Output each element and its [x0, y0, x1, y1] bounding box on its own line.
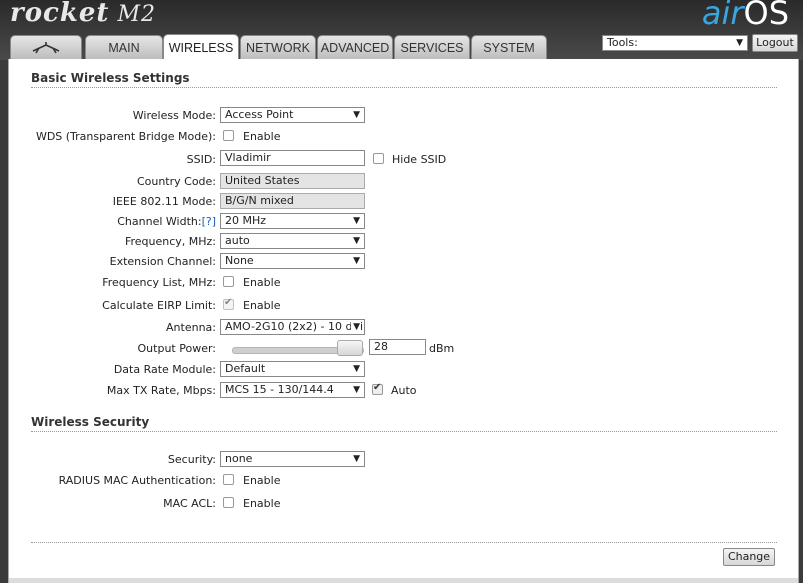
max-tx-rate-label: Max TX Rate, Mbps: — [106, 384, 216, 397]
security-select[interactable]: none ▼ — [220, 451, 365, 467]
country-code-button[interactable]: United States — [220, 173, 365, 189]
eirp-limit-enable-label: Enable — [243, 299, 281, 312]
tools-dropdown[interactable]: Tools: ▼ — [602, 35, 748, 51]
wireless-settings-panel: Basic Wireless Settings Wireless Mode: A… — [8, 59, 799, 583]
chevron-down-icon: ▼ — [353, 110, 360, 120]
airos-logo-air: air — [701, 0, 744, 32]
section-divider — [31, 431, 777, 432]
tab-wireless[interactable]: WIRELESS — [163, 34, 239, 60]
tab-ubiquiti-logo[interactable] — [10, 35, 82, 59]
tab-advanced[interactable]: ADVANCED — [317, 35, 393, 59]
chevron-down-icon: ▼ — [736, 38, 743, 48]
mac-acl-enable-label: Enable — [243, 497, 281, 510]
antenna-select[interactable]: AMO-2G10 (2x2) - 10 dBi ▼ — [220, 319, 365, 335]
extension-channel-select[interactable]: None ▼ — [220, 253, 365, 269]
chevron-down-icon: ▼ — [353, 256, 360, 266]
output-power-slider-handle[interactable] — [337, 340, 364, 356]
tools-dropdown-value: Tools: — [607, 36, 638, 49]
tab-system[interactable]: SYSTEM — [471, 35, 547, 59]
extension-channel-label: Extension Channel: — [109, 255, 216, 268]
data-rate-module-value: Default — [225, 362, 266, 375]
max-tx-rate-select[interactable]: MCS 15 - 130/144.4 ▼ — [220, 382, 365, 398]
wds-label: WDS (Transparent Bridge Mode): — [35, 130, 216, 143]
wireless-mode-value: Access Point — [225, 108, 294, 121]
tab-network[interactable]: NETWORK — [240, 35, 316, 59]
radius-mac-label: RADIUS MAC Authentication: — [58, 474, 216, 487]
chevron-down-icon: ▼ — [351, 320, 360, 334]
ssid-input[interactable]: Vladimir — [220, 150, 365, 166]
max-tx-rate-value: MCS 15 - 130/144.4 — [225, 383, 334, 396]
max-tx-auto-label: Auto — [391, 384, 417, 397]
wds-enable-label: Enable — [243, 130, 281, 143]
frequency-select[interactable]: auto ▼ — [220, 233, 365, 249]
brand-model: M2 — [117, 2, 156, 27]
security-value: none — [225, 452, 253, 465]
chevron-down-icon: ▼ — [353, 364, 360, 374]
ssid-value: Vladimir — [225, 151, 271, 164]
antenna-value: AMO-2G10 (2x2) - 10 dBi — [225, 320, 364, 333]
chevron-down-icon: ▼ — [353, 385, 360, 395]
eirp-limit-checkbox[interactable] — [223, 297, 234, 310]
wireless-security-title: Wireless Security — [31, 415, 150, 429]
channel-width-value: 20 MHz — [225, 214, 267, 227]
brand-name: rocket — [10, 0, 110, 28]
max-tx-auto-checkbox[interactable] — [372, 382, 383, 395]
extension-channel-value: None — [225, 254, 254, 267]
ieee-mode-value: B/G/N mixed — [225, 194, 294, 207]
section-divider — [31, 87, 777, 88]
data-rate-module-select[interactable]: Default ▼ — [220, 361, 365, 377]
chevron-down-icon: ▼ — [353, 216, 360, 226]
hide-ssid-label: Hide SSID — [392, 153, 447, 166]
tab-services[interactable]: SERVICES — [394, 35, 470, 59]
airos-logo-os: OS — [743, 0, 790, 32]
tab-main[interactable]: MAIN — [85, 35, 163, 59]
header-bar: rocket M2 airOS MAIN WIRELESS NETWORK ADV… — [0, 0, 803, 60]
ssid-label: SSID: — [186, 153, 216, 166]
hide-ssid-checkbox[interactable] — [373, 153, 384, 164]
country-code-label: Country Code: — [136, 175, 216, 188]
basic-wireless-settings-title: Basic Wireless Settings — [31, 71, 190, 85]
chevron-down-icon: ▼ — [353, 236, 360, 246]
wireless-mode-label: Wireless Mode: — [132, 109, 216, 122]
airos-logo: airOS — [702, 0, 789, 32]
ieee-mode-field: B/G/N mixed — [220, 193, 365, 209]
eirp-limit-label: Calculate EIRP Limit: — [102, 299, 216, 312]
ubiquiti-logo-icon — [32, 41, 60, 53]
channel-width-label-text: Channel Width: — [117, 215, 202, 228]
data-rate-module-label: Data Rate Module: — [113, 363, 216, 376]
frequency-value: auto — [225, 234, 250, 247]
channel-width-select[interactable]: 20 MHz ▼ — [220, 213, 365, 229]
ieee-mode-label: IEEE 802.11 Mode: — [112, 195, 216, 208]
radius-mac-enable-label: Enable — [243, 474, 281, 487]
frequency-list-label: Frequency List, MHz: — [102, 276, 216, 289]
antenna-label: Antenna: — [166, 321, 216, 334]
frequency-list-checkbox[interactable] — [223, 276, 234, 287]
logout-button[interactable]: Logout — [752, 34, 798, 52]
footer-strip — [9, 578, 798, 583]
channel-width-help-link[interactable]: [?] — [202, 215, 216, 228]
section-divider — [31, 542, 777, 543]
channel-width-label: Channel Width:[?] — [117, 215, 216, 228]
chevron-down-icon: ▼ — [353, 454, 360, 464]
country-code-value: United States — [225, 174, 300, 187]
wds-enable-checkbox[interactable] — [223, 130, 234, 141]
output-power-value: 28 — [374, 340, 388, 353]
frequency-list-enable-label: Enable — [243, 276, 281, 289]
frequency-label: Frequency, MHz: — [124, 235, 216, 248]
wireless-mode-select[interactable]: Access Point ▼ — [220, 107, 365, 123]
security-label: Security: — [167, 453, 216, 466]
output-power-label: Output Power: — [137, 342, 216, 355]
output-power-unit: dBm — [429, 342, 455, 355]
change-button[interactable]: Change — [723, 548, 775, 566]
radius-mac-checkbox[interactable] — [223, 474, 234, 485]
mac-acl-checkbox[interactable] — [223, 497, 234, 508]
output-power-input[interactable]: 28 — [369, 339, 426, 355]
mac-acl-label: MAC ACL: — [163, 497, 216, 510]
brand-logo: rocket M2 — [10, 0, 156, 28]
